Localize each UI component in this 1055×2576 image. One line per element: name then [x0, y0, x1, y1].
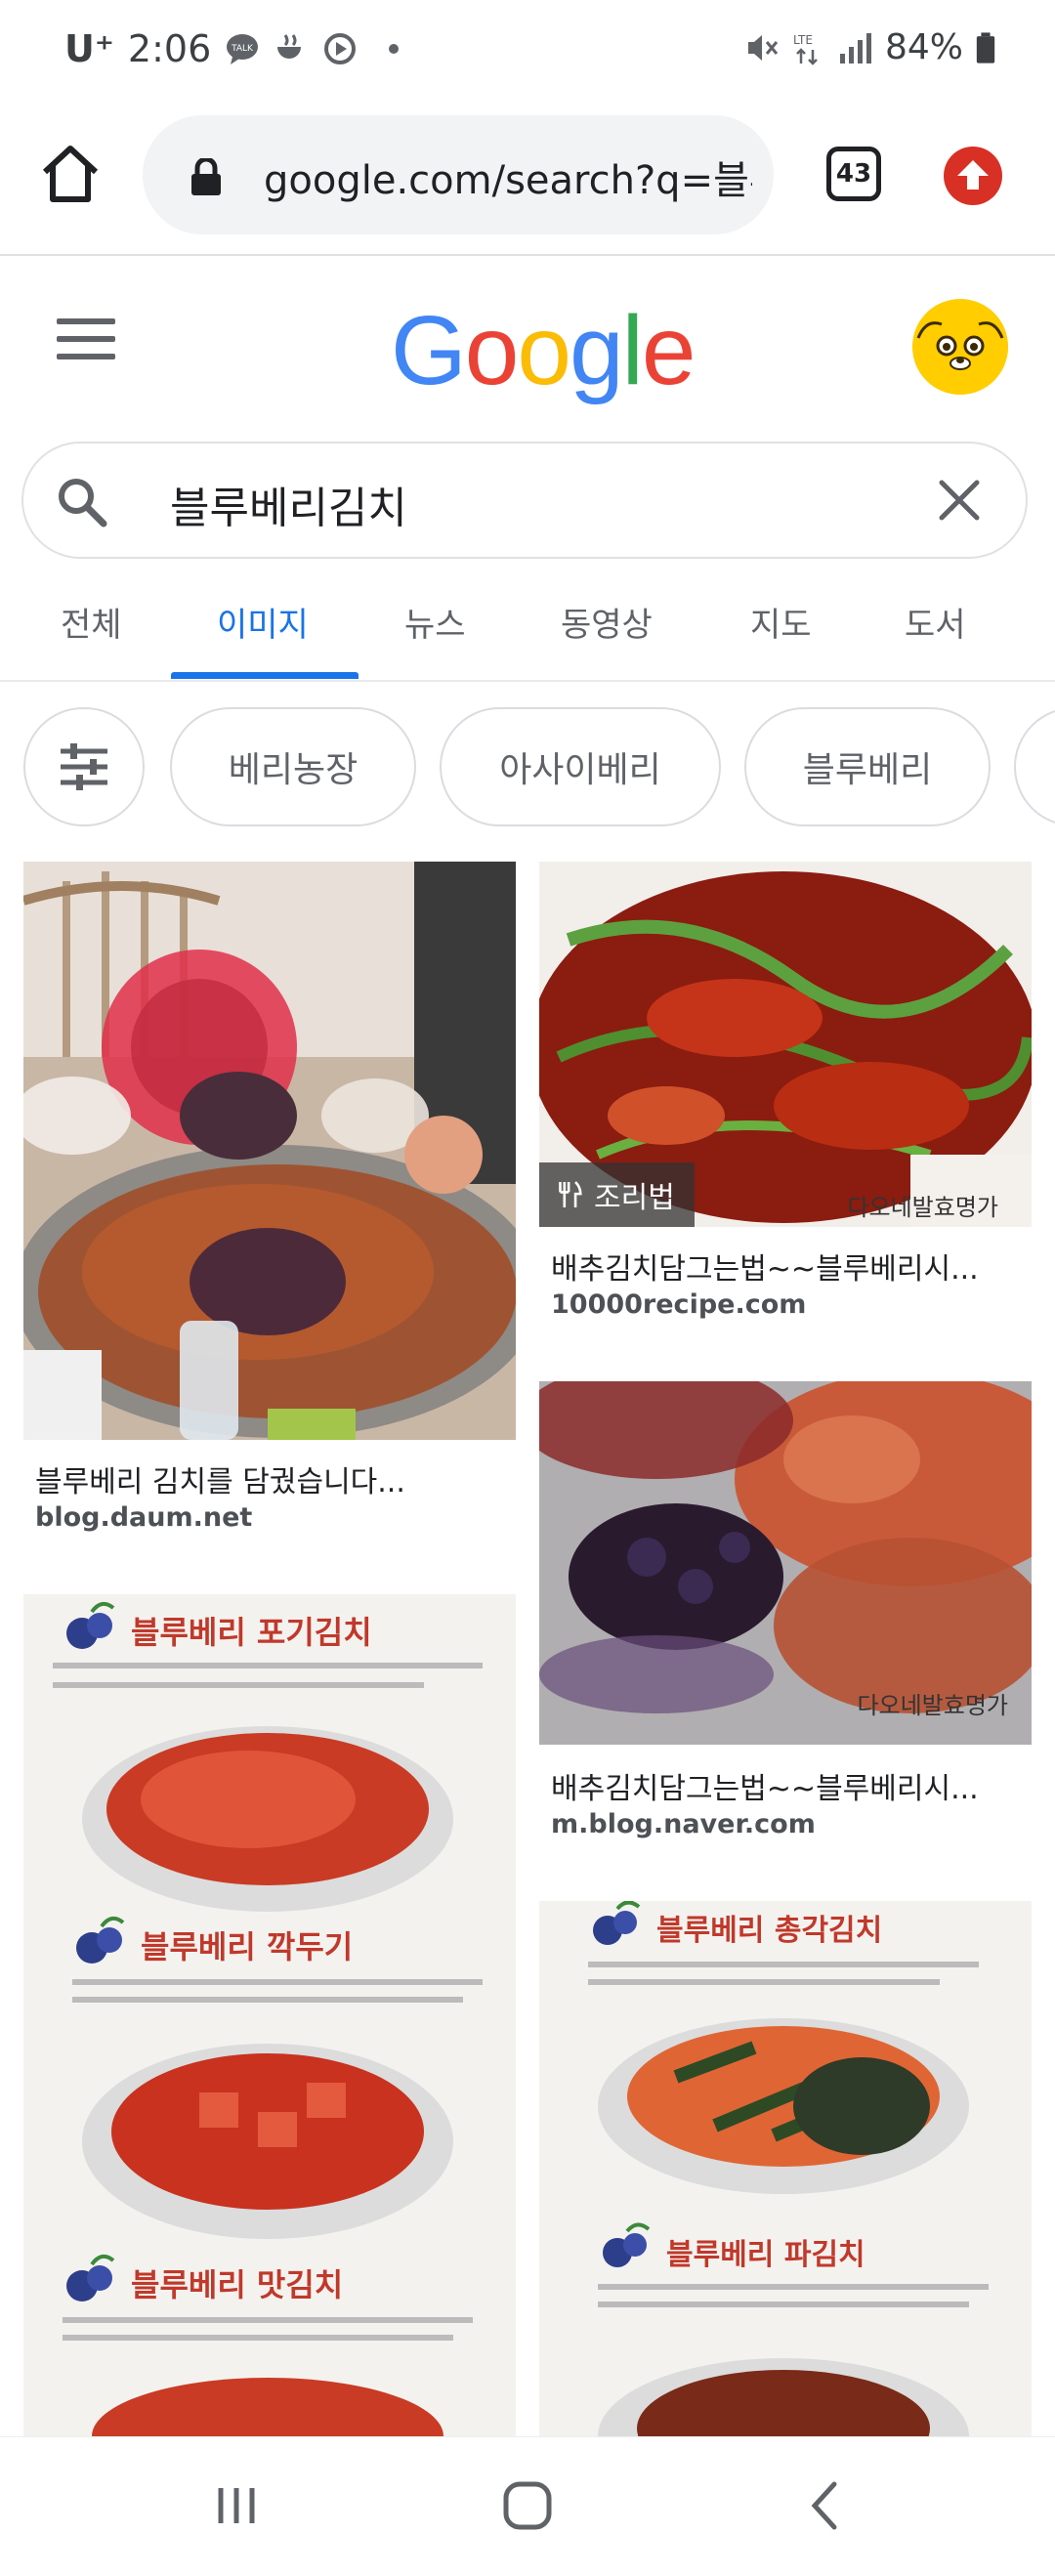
search-tabs: 전체 이미지 뉴스 동영상 지도 도서 — [0, 576, 1055, 682]
result-thumbnail[interactable]: 다오네발효명가 조리법 — [539, 862, 1032, 1227]
talk-icon: TALK — [227, 34, 259, 64]
search-input[interactable]: 블루베리김치 — [170, 473, 407, 535]
image-result[interactable]: 블루베리 포기김치 블루베리 깍두기 블루베리 맛김치 — [23, 1594, 516, 2436]
result-title[interactable]: 블루베리 김치를 담궜습니다... — [35, 1457, 405, 1500]
result-thumbnail[interactable] — [23, 862, 516, 1440]
panel-heading: 블루베리 맛김치 — [131, 2266, 343, 2303]
menu-icon[interactable] — [57, 318, 115, 363]
carrier-label: U⁺ — [64, 27, 114, 70]
tab-maps[interactable]: 지도 — [750, 598, 812, 646]
panel-heading: 블루베리 포기김치 — [131, 1614, 372, 1651]
panel-heading: 블루베리 파김치 — [666, 2238, 865, 2272]
character-face-icon — [912, 299, 1008, 395]
close-icon[interactable] — [932, 473, 987, 528]
active-tab-indicator — [171, 672, 359, 679]
battery-level: 84% — [884, 27, 963, 67]
search-box[interactable]: 블루베리김치 — [21, 442, 1028, 559]
result-source[interactable]: 10000recipe.com — [551, 1289, 806, 1320]
fork-knife-icon — [559, 1181, 582, 1207]
watermark: 다오네발효명가 — [847, 1194, 998, 1221]
svg-text:TALK: TALK — [231, 44, 254, 54]
logo-letter: o — [464, 296, 520, 405]
filter-settings-button[interactable] — [23, 707, 145, 826]
mug-icon — [277, 34, 302, 59]
play-circle-icon — [324, 33, 357, 64]
result-source[interactable]: blog.daum.net — [35, 1502, 252, 1533]
lte-icon: LTE — [793, 33, 818, 65]
status-bar: U⁺ 2:06 TALK LTE 84% — [0, 0, 1055, 107]
home-icon[interactable] — [35, 139, 106, 209]
search-icon[interactable] — [53, 473, 111, 531]
panel-heading: 블루베리 깍두기 — [141, 1928, 353, 1965]
address-bar[interactable]: google.com/search?q=블루 — [143, 115, 774, 234]
mute-icon — [747, 34, 779, 61]
tab-books[interactable]: 도서 — [905, 598, 966, 646]
svg-text:LTE: LTE — [793, 33, 813, 47]
filter-chips: 베리농장 아사이베리 블루베리 — [0, 707, 1055, 834]
clock: 2:06 — [127, 27, 212, 70]
battery-icon — [976, 31, 995, 63]
chip-more[interactable] — [1014, 707, 1055, 826]
tab-news[interactable]: 뉴스 — [404, 598, 466, 646]
home-nav-icon[interactable] — [498, 2476, 557, 2535]
result-title[interactable]: 배추김치담그는법~~블루베리시... — [551, 1764, 979, 1807]
signal-icon — [839, 32, 871, 63]
badge-label: 조리법 — [594, 1181, 675, 1215]
result-source[interactable]: m.blog.naver.com — [551, 1809, 816, 1839]
logo-letter: l — [621, 296, 644, 405]
dot-icon — [389, 44, 400, 54]
tab-images[interactable]: 이미지 — [217, 598, 309, 646]
tab-videos[interactable]: 동영상 — [561, 598, 653, 646]
chip-berry-farm[interactable]: 베리농장 — [170, 707, 416, 826]
logo-letter: o — [517, 296, 571, 405]
kimchi-mixing-photo — [23, 862, 516, 1440]
logo-letter: G — [391, 296, 467, 405]
update-button[interactable] — [944, 147, 1002, 205]
recipe-badge: 조리법 — [539, 1162, 695, 1227]
google-logo[interactable]: Google — [391, 295, 696, 407]
result-thumbnail[interactable]: 블루베리 총각김치 블루베리 파김치 — [539, 1901, 1032, 2436]
chip-acai-berry[interactable]: 아사이베리 — [440, 707, 721, 826]
url-text[interactable]: google.com/search?q=블루 — [264, 148, 752, 205]
tab-switcher-button[interactable]: 43 — [826, 147, 881, 201]
watermark: 다오네발효명가 — [857, 1692, 1008, 1719]
logo-letter: e — [641, 296, 696, 405]
result-thumbnail[interactable]: 다오네발효명가 — [539, 1381, 1032, 1745]
tab-all[interactable]: 전체 — [61, 598, 122, 646]
browser-toolbar: google.com/search?q=블루 43 — [0, 107, 1055, 256]
arrow-up-icon — [957, 160, 989, 190]
back-icon[interactable] — [797, 2476, 856, 2535]
pepper-blueberry-photo: 다오네발효명가 — [539, 1381, 1032, 1745]
result-title[interactable]: 배추김치담그는법~~블루베리시... — [551, 1245, 979, 1288]
lock-icon — [191, 158, 221, 195]
kimchi-menu-panel: 블루베리 포기김치 블루베리 깍두기 블루베리 맛김치 — [23, 1594, 516, 2436]
google-header: Google — [0, 256, 1055, 432]
tune-icon — [61, 743, 107, 790]
logo-letter: g — [570, 296, 624, 405]
image-result[interactable]: 다오네발효명가 배추김치담그는법~~블루베리시... m.blog.naver.… — [539, 1381, 1032, 1850]
kimchi-menu-panel: 블루베리 총각김치 블루베리 파김치 — [539, 1901, 1032, 2436]
recent-apps-icon[interactable] — [207, 2476, 266, 2535]
avatar[interactable] — [912, 299, 1008, 395]
system-nav-bar — [0, 2436, 1055, 2576]
panel-heading: 블루베리 총각김치 — [656, 1914, 882, 1948]
chip-blueberry[interactable]: 블루베리 — [744, 707, 991, 826]
image-result[interactable]: 다오네발효명가 조리법 배추김치담그는법~~블루베리시... 10000reci… — [539, 862, 1032, 1330]
image-result[interactable]: 블루베리 총각김치 블루베리 파김치 — [539, 1901, 1032, 2436]
result-thumbnail[interactable]: 블루베리 포기김치 블루베리 깍두기 블루베리 맛김치 — [23, 1594, 516, 2436]
image-result[interactable]: 블루베리 김치를 담궜습니다... blog.daum.net — [23, 862, 516, 1545]
